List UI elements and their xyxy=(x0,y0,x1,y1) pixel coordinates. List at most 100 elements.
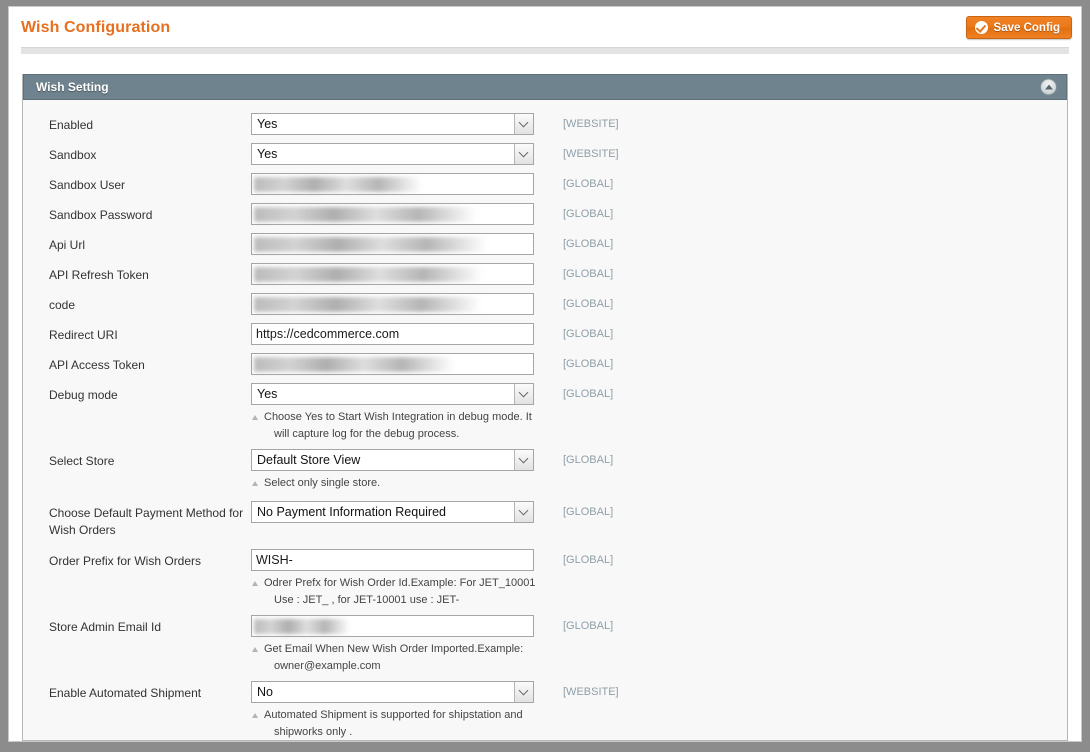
enabled-select[interactable]: Yes xyxy=(251,113,534,135)
sandbox-user-input[interactable] xyxy=(251,173,534,195)
select-store-hint: Select only single store. xyxy=(251,475,541,492)
chevron-down-icon xyxy=(514,502,533,522)
hint-line-1: Get Email When New Wish Order Imported.E… xyxy=(264,643,524,655)
debug-mode-select[interactable]: Yes xyxy=(251,383,534,405)
automated-shipment-value: No xyxy=(257,685,273,699)
triangle-up-icon[interactable] xyxy=(1040,78,1057,96)
save-config-button[interactable]: Save Config xyxy=(965,16,1072,39)
scope-label: [GLOBAL] xyxy=(563,208,614,220)
debug-mode-hint: Choose Yes to Start Wish Integration in … xyxy=(251,409,541,443)
field-label: Redirect URI xyxy=(49,328,118,342)
field-label: Order Prefix for Wish Orders xyxy=(49,554,202,568)
scope-label: [GLOBAL] xyxy=(563,388,614,400)
field-row-select-store: Select Store Default Store View Select o… xyxy=(23,449,1067,492)
field-row-api-access-token: API Access Token [GLOBAL] xyxy=(23,353,1067,375)
scope-label: [GLOBAL] xyxy=(563,298,614,310)
scope-label: [GLOBAL] xyxy=(563,620,614,632)
scope-label: [WEBSITE] xyxy=(563,118,619,130)
redacted-value xyxy=(254,357,454,372)
page-title: Wish Configuration xyxy=(21,19,171,36)
order-prefix-input[interactable] xyxy=(251,549,534,571)
field-label: API Access Token xyxy=(49,358,145,372)
chevron-down-icon xyxy=(514,384,533,404)
default-payment-method-select[interactable]: No Payment Information Required xyxy=(251,501,534,523)
hint-line-2: will capture log for the debug process. xyxy=(274,428,460,440)
hint-line-1: Automated Shipment is supported for ship… xyxy=(264,709,523,721)
scope-label: [WEBSITE] xyxy=(563,686,619,698)
field-row-api-url: Api Url [GLOBAL] xyxy=(23,233,1067,255)
hint-line-1: Odrer Prefx for Wish Order Id.Example: F… xyxy=(264,577,536,589)
field-label: Enabled xyxy=(49,118,94,132)
code-input[interactable] xyxy=(251,293,534,315)
field-label: Sandbox User xyxy=(49,178,126,192)
field-label: Select Store xyxy=(49,454,115,468)
redacted-value xyxy=(254,267,483,282)
hint-line-1: Select only single store. xyxy=(264,477,381,489)
field-label: Sandbox Password xyxy=(49,208,153,222)
sandbox-select-value: Yes xyxy=(257,147,278,161)
field-label: Api Url xyxy=(49,238,86,252)
header-spacer xyxy=(9,54,1081,74)
api-access-token-input[interactable] xyxy=(251,353,534,375)
settings-form: Enabled Yes [WEBSITE] Sandbox Yes [WEBSI… xyxy=(23,100,1067,740)
enabled-select-value: Yes xyxy=(257,117,278,131)
scope-label: [GLOBAL] xyxy=(563,238,614,250)
order-prefix-hint: Odrer Prefx for Wish Order Id.Example: F… xyxy=(251,575,541,609)
redacted-value xyxy=(254,237,487,252)
section-header[interactable]: Wish Setting xyxy=(23,74,1067,100)
admin-page: Wish Configuration Save Config Wish Sett… xyxy=(8,6,1082,742)
hint-line-2: Use : JET_ , for JET-10001 use : JET- xyxy=(274,594,460,606)
hint-line-2: owner@example.com xyxy=(274,660,381,672)
field-row-enabled: Enabled Yes [WEBSITE] xyxy=(23,113,1067,135)
field-row-api-refresh-token: API Refresh Token [GLOBAL] xyxy=(23,263,1067,285)
redacted-value xyxy=(254,297,481,312)
header-divider xyxy=(21,47,1069,54)
select-store-select[interactable]: Default Store View xyxy=(251,449,534,471)
redacted-value xyxy=(254,207,476,222)
field-label: Enable Automated Shipment xyxy=(49,686,202,700)
chevron-down-icon xyxy=(514,114,533,134)
section-title: Wish Setting xyxy=(36,80,109,94)
field-row-order-prefix: Order Prefix for Wish Orders Odrer Prefx… xyxy=(23,549,1067,609)
redacted-value xyxy=(254,619,350,634)
store-admin-email-hint: Get Email When New Wish Order Imported.E… xyxy=(251,641,541,675)
scope-label: [GLOBAL] xyxy=(563,178,614,190)
sandbox-select[interactable]: Yes xyxy=(251,143,534,165)
field-label: Debug mode xyxy=(49,388,118,402)
window-frame: Wish Configuration Save Config Wish Sett… xyxy=(0,0,1090,752)
api-url-input[interactable] xyxy=(251,233,534,255)
field-row-sandbox-user: Sandbox User [GLOBAL] xyxy=(23,173,1067,195)
scope-label: [GLOBAL] xyxy=(563,506,614,518)
store-admin-email-input[interactable] xyxy=(251,615,534,637)
default-payment-method-value: No Payment Information Required xyxy=(257,505,446,519)
field-row-code: code [GLOBAL] xyxy=(23,293,1067,315)
field-row-debug-mode: Debug mode Yes Choose Yes to Start Wish … xyxy=(23,383,1067,443)
field-row-sandbox: Sandbox Yes [WEBSITE] xyxy=(23,143,1067,165)
wish-setting-section: Wish Setting Enabled Yes [WEBSITE] Sandb… xyxy=(22,74,1068,741)
redacted-value xyxy=(254,177,422,192)
scope-label: [GLOBAL] xyxy=(563,454,614,466)
api-refresh-token-input[interactable] xyxy=(251,263,534,285)
field-label: Sandbox xyxy=(49,148,97,162)
field-label: Choose Default Payment Method for Wish O… xyxy=(49,506,244,537)
page-header: Wish Configuration Save Config xyxy=(9,7,1081,47)
field-row-sandbox-password: Sandbox Password [GLOBAL] xyxy=(23,203,1067,225)
hint-line-2: shipworks only . xyxy=(274,726,353,738)
sandbox-password-input[interactable] xyxy=(251,203,534,225)
scope-label: [GLOBAL] xyxy=(563,328,614,340)
field-label: code xyxy=(49,298,76,312)
scope-label: [WEBSITE] xyxy=(563,148,619,160)
save-config-label: Save Config xyxy=(993,21,1060,34)
redirect-uri-input[interactable] xyxy=(251,323,534,345)
chevron-down-icon xyxy=(514,682,533,702)
scope-label: [GLOBAL] xyxy=(563,358,614,370)
field-row-default-payment-method: Choose Default Payment Method for Wish O… xyxy=(23,501,1067,539)
select-store-value: Default Store View xyxy=(257,453,361,467)
field-label: Store Admin Email Id xyxy=(49,620,162,634)
automated-shipment-select[interactable]: No xyxy=(251,681,534,703)
hint-line-1: Choose Yes to Start Wish Integration in … xyxy=(264,411,532,423)
field-row-automated-shipment: Enable Automated Shipment No Automated S… xyxy=(23,681,1067,740)
scope-label: [GLOBAL] xyxy=(563,554,614,566)
chevron-down-icon xyxy=(514,450,533,470)
field-row-redirect-uri: Redirect URI [GLOBAL] xyxy=(23,323,1067,345)
